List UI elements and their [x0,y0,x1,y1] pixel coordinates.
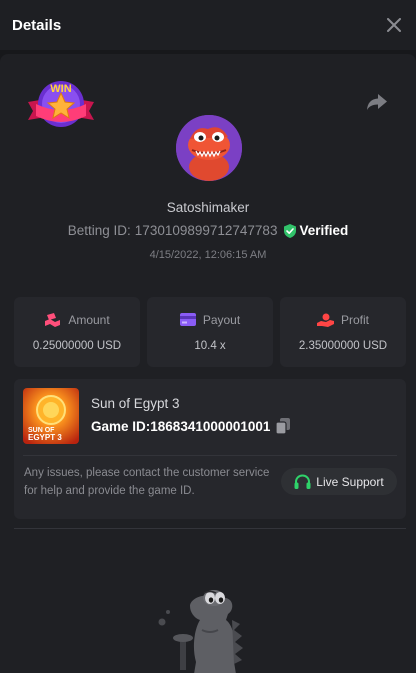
share-icon[interactable] [366,92,388,112]
payout-label: Payout [202,312,241,327]
win-badge-text: WIN [50,83,71,95]
details-header: Details [0,0,416,50]
live-support-button[interactable]: Live Support [281,468,397,495]
wallet-card-icon [179,313,196,326]
divider [23,455,397,456]
username: Satoshimaker [166,200,250,215]
amount-card: Amount 0.25000000 USD [14,297,140,367]
live-support-label: Live Support [316,474,384,489]
amount-value: 0.25000000 USD [32,339,122,352]
bet-stats: Amount 0.25000000 USD Payout 10.4 x Prof… [14,297,406,367]
profit-card: Profit 2.35000000 USD [280,297,406,367]
profit-label: Profit [340,312,369,327]
game-thumbnail[interactable]: SUN OF EGYPT 3 [23,388,79,444]
game-id-value: 1868341000001001 [150,418,271,434]
thumbnail-line-2: EGYPT 3 [28,433,62,442]
shield-check-icon [284,223,297,238]
game-id-row: Game ID: 1868341000001001 [91,418,291,435]
game-card: SUN OF EGYPT 3 Sun of Egypt 3 Game ID: 1… [14,379,406,519]
profit-value: 2.35000000 USD [298,339,388,352]
verified-label: Verified [299,223,349,238]
avatar [176,115,242,181]
page-title: Details [12,16,62,34]
help-text: Any issues, please contact the customer … [24,467,270,497]
verified-badge: Verified [284,223,348,238]
game-id-label: Game ID: [91,418,151,434]
bet-timestamp: 4/15/2022, 12:06:15 AM [149,249,267,261]
betting-id-label: Betting ID: [67,223,131,238]
payout-card: Payout 10.4 x [147,297,273,367]
details-panel: WIN Satoshimaker Betting ID: 17301098997… [0,54,416,673]
divider [14,528,406,529]
copy-icon[interactable] [275,418,291,435]
betting-id-value: 1730109899712747783 [134,223,278,238]
betting-id-row: Betting ID: 1730109899712747783 Verified [0,223,416,238]
win-badge: WIN [26,76,96,134]
mascot-illustration [150,590,258,673]
amount-label: Amount [68,312,110,327]
game-name[interactable]: Sun of Egypt 3 [91,396,180,411]
payout-value: 10.4 x [194,339,226,352]
headset-icon [294,473,311,489]
hand-coin-icon [316,313,334,327]
close-icon[interactable] [384,15,404,35]
amount-icon [45,312,61,327]
